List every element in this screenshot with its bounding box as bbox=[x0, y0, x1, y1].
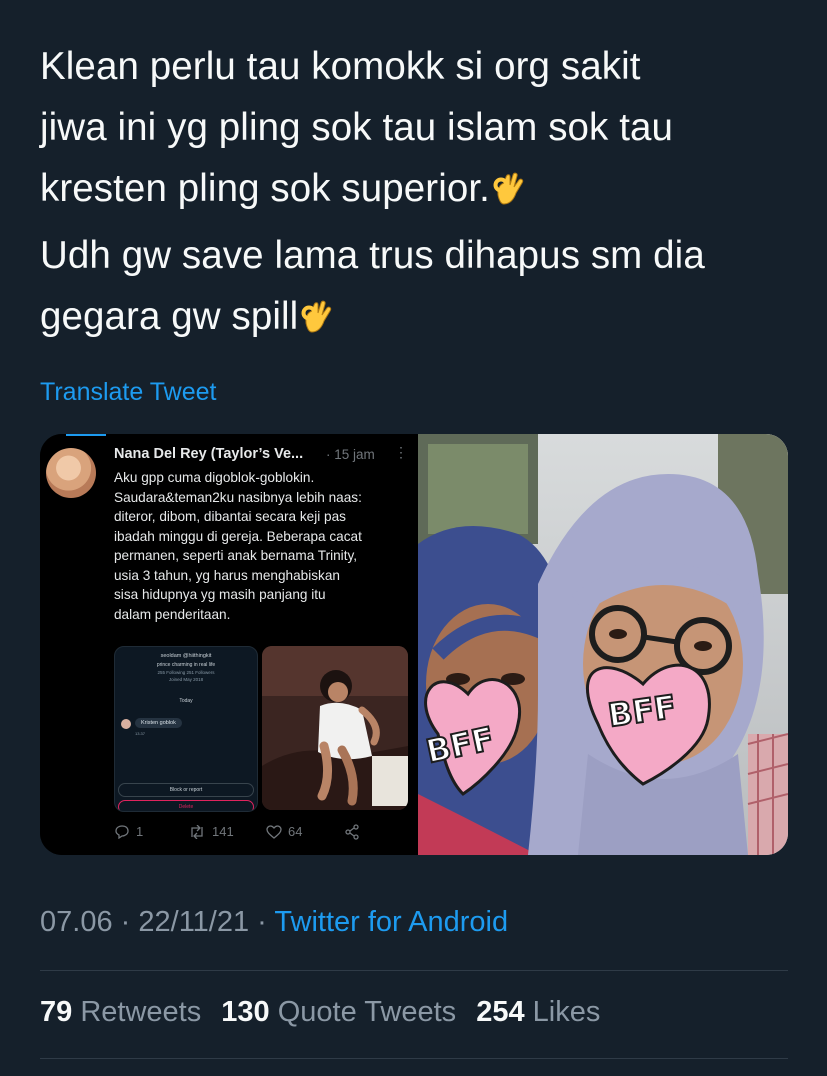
like-count: 64 bbox=[288, 824, 303, 839]
child-photo bbox=[262, 646, 408, 810]
tweet-line: jiwa ini yg pling sok tau islam sok tau bbox=[40, 106, 674, 149]
retweet-icon bbox=[191, 824, 203, 839]
embedded-line: diteror, dibom, dibantai secara keji pas bbox=[114, 509, 346, 524]
tweet-time[interactable]: 07.06 bbox=[40, 906, 113, 938]
retweets-stat[interactable]: 79 Retweets bbox=[40, 996, 201, 1028]
tweet-date[interactable]: 22/11/21 bbox=[138, 906, 249, 938]
dm-message-time: 13.37 bbox=[135, 731, 146, 736]
dm-date-divider: Today bbox=[179, 698, 193, 704]
embedded-line: ibadah minggu di gereja. Beberapa cacat bbox=[114, 528, 362, 544]
embedded-line: sisa hidupnya yg masih panjang itu bbox=[114, 587, 326, 602]
avatar bbox=[121, 719, 131, 729]
tweet-line: Udh gw save lama trus dihapus sm dia bbox=[40, 234, 705, 277]
quote-tweets-stat[interactable]: 130 Quote Tweets bbox=[221, 996, 456, 1028]
reply-count: 1 bbox=[136, 824, 144, 839]
retweet-action: 141 bbox=[188, 824, 234, 839]
retweet-count: 141 bbox=[212, 824, 234, 839]
reply-icon bbox=[115, 824, 129, 839]
selfie-photo[interactable]: BFF BFF bbox=[418, 434, 788, 855]
embedded-tweet-screenshot[interactable]: Nana Del Rey (Taylor’s Ve... · 15 jam ⋮ … bbox=[40, 434, 414, 855]
dm-delete-button: Delete bbox=[118, 800, 254, 811]
embedded-time: · 15 jam bbox=[326, 447, 375, 462]
tweet-text: Klean perlu tau komokk si org sakit jiwa… bbox=[40, 36, 800, 353]
embedded-author-name: Nana Del Rey (Taylor’s Ve... bbox=[114, 446, 304, 462]
share-action bbox=[344, 824, 360, 840]
dm-profile-stats: 255 Following 251 Followers bbox=[157, 670, 215, 675]
dm-profile-bio: prince charming in real life bbox=[156, 662, 216, 668]
divider bbox=[40, 1058, 788, 1059]
likes-stat[interactable]: 254 Likes bbox=[476, 996, 600, 1028]
meta-separator: · bbox=[120, 906, 131, 938]
tweet-source-link[interactable]: Twitter for Android bbox=[274, 906, 508, 938]
embedded-actions: 1 141 64 bbox=[114, 820, 414, 844]
ok-hand-emoji-icon bbox=[492, 164, 526, 225]
tweet-line: gegara gw spill bbox=[40, 286, 800, 353]
meta-separator: · bbox=[257, 906, 267, 938]
share-icon bbox=[345, 824, 359, 840]
dm-block-button: Block or report bbox=[118, 783, 254, 797]
dm-screenshot: seoldam @hiithingkit prince charming in … bbox=[114, 646, 258, 812]
translate-tweet-link[interactable]: Translate Tweet bbox=[40, 378, 216, 407]
dm-message-bubble: Kristen goblok bbox=[135, 718, 182, 728]
ok-hand-emoji-icon bbox=[300, 292, 334, 353]
tweet-meta: 07.06 · 22/11/21 · Twitter for Android bbox=[40, 906, 508, 939]
tweet-media[interactable]: Nana Del Rey (Taylor’s Ve... · 15 jam ⋮ … bbox=[40, 434, 788, 855]
like-action: 64 bbox=[266, 824, 302, 839]
embedded-line: permanen, seperti anak bernama Trinity, bbox=[114, 548, 358, 563]
tweet-line: Klean perlu tau komokk si org sakit bbox=[40, 45, 641, 88]
reply-action: 1 bbox=[114, 824, 143, 839]
embedded-line: dalam penderitaan. bbox=[114, 606, 231, 622]
tweet-stats: 79 Retweets 130 Quote Tweets 254 Likes bbox=[40, 996, 612, 1029]
embedded-line: Saudara&teman2ku nasibnya lebih naas: bbox=[114, 489, 362, 505]
thread-line bbox=[66, 434, 106, 436]
divider bbox=[40, 970, 788, 971]
heart-icon bbox=[266, 824, 282, 839]
avatar bbox=[46, 448, 96, 498]
dm-profile-name: seoldam @hiithingkit bbox=[160, 653, 212, 659]
tweet-line: kresten pling sok superior. bbox=[40, 158, 800, 225]
embedded-line: usia 3 tahun, yg harus menghabiskan bbox=[114, 567, 340, 583]
embedded-line: Aku gpp cuma digoblok-goblokin. bbox=[114, 470, 315, 485]
embedded-tweet-text: Aku gpp cuma digoblok-goblokin. Saudara&… bbox=[114, 468, 414, 624]
dm-profile-joined: Joined May 2018 bbox=[168, 677, 204, 682]
more-icon: ⋮ bbox=[394, 444, 408, 460]
